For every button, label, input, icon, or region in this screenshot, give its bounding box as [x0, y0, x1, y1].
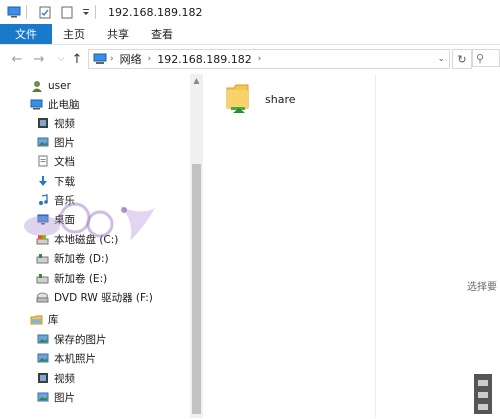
- picture-folder-icon: [36, 136, 49, 149]
- chevron-right-icon[interactable]: ›: [110, 54, 114, 64]
- sidebar-item-this-pc[interactable]: 此电脑: [30, 95, 80, 113]
- breadcrumb-host[interactable]: 192.168.189.182: [157, 53, 251, 66]
- user-icon: [30, 80, 43, 93]
- navigation-bar: ← → ⌵ ↑ › 网络 › 192.168.189.182 › ⌄ ↻ ⚲: [0, 46, 500, 72]
- sidebar-item-label: 新加卷 (E:): [54, 272, 108, 285]
- title-bar: 192.168.189.182: [0, 0, 500, 24]
- scroll-up-icon[interactable]: ▲: [190, 76, 203, 85]
- tab-home[interactable]: 主页: [52, 24, 96, 44]
- sidebar-item-libraries[interactable]: 库: [30, 310, 59, 328]
- item-label: share: [265, 93, 296, 106]
- sidebar-item-volume-e[interactable]: 新加卷 (E:): [36, 269, 107, 287]
- ribbon-tabs: 文件 主页 共享 查看: [0, 24, 500, 45]
- sidebar-item-user[interactable]: user: [30, 77, 71, 95]
- computer-icon[interactable]: [6, 4, 22, 20]
- sidebar-item-pictures-library[interactable]: 图片: [36, 388, 75, 406]
- window-title: 192.168.189.182: [108, 5, 203, 19]
- sidebar-item-label: 图片: [54, 391, 75, 404]
- camera-roll-icon: [36, 352, 49, 365]
- details-pane-divider: [375, 74, 376, 418]
- breadcrumb-network[interactable]: 网络: [120, 51, 142, 67]
- sidebar-item-videos-library[interactable]: 视频: [36, 369, 75, 387]
- sidebar-item-camera-roll[interactable]: 本机照片: [36, 349, 96, 367]
- up-button[interactable]: ↑: [68, 50, 86, 68]
- sidebar-item-label: 此电脑: [48, 98, 80, 111]
- sidebar-item-label: 桌面: [54, 213, 75, 226]
- sidebar-item-local-disk-c[interactable]: 本地磁盘 (C:): [36, 230, 118, 248]
- chevron-down-icon: ⌵: [57, 54, 65, 64]
- document-folder-icon: [36, 155, 49, 168]
- tab-file[interactable]: 文件: [0, 24, 52, 44]
- chevron-right-icon[interactable]: ›: [258, 54, 262, 64]
- divider: [95, 5, 96, 19]
- sidebar-item-dvd-drive-f[interactable]: DVD RW 驱动器 (F:): [36, 288, 153, 306]
- address-history-dropdown[interactable]: ⌄: [437, 54, 445, 64]
- corner-stamp-logo: [470, 372, 496, 416]
- customize-quick-access-icon[interactable]: [81, 4, 91, 20]
- sidebar-item-label: 音乐: [54, 194, 75, 207]
- refresh-button[interactable]: ↻: [452, 49, 472, 69]
- search-input[interactable]: ⚲: [472, 49, 500, 67]
- sidebar-item-label: 视频: [54, 372, 75, 385]
- tab-share[interactable]: 共享: [96, 24, 140, 44]
- divider: [26, 5, 27, 19]
- sidebar-item-pictures[interactable]: 图片: [36, 133, 75, 151]
- sidebar-item-label: DVD RW 驱动器 (F:): [54, 291, 153, 304]
- properties-icon[interactable]: [37, 4, 53, 20]
- drive-icon: [36, 252, 49, 265]
- music-folder-icon: [36, 194, 49, 207]
- sidebar-item-label: 图片: [54, 136, 75, 149]
- local-disk-icon: [36, 233, 49, 246]
- forward-button[interactable]: →: [30, 50, 48, 68]
- address-bar[interactable]: › 网络 › 192.168.189.182 › ⌄: [88, 49, 450, 69]
- sidebar-item-label: 新加卷 (D:): [54, 252, 109, 265]
- scrollbar-thumb[interactable]: [192, 164, 201, 414]
- sidebar-item-downloads[interactable]: 下载: [36, 172, 75, 190]
- network-icon: [92, 51, 108, 67]
- computer-icon: [30, 98, 43, 111]
- sidebar-item-label: user: [48, 80, 71, 92]
- arrow-up-icon: ↑: [71, 51, 83, 67]
- arrow-left-icon: ←: [11, 51, 23, 67]
- library-icon: [30, 313, 43, 326]
- sidebar-item-documents[interactable]: 文档: [36, 152, 75, 170]
- saved-pictures-icon: [36, 333, 49, 346]
- sidebar-item-volume-d[interactable]: 新加卷 (D:): [36, 249, 109, 267]
- details-pane-hint: 选择要: [467, 282, 497, 293]
- shared-folder-icon: [225, 82, 251, 117]
- sidebar-item-label: 本地磁盘 (C:): [54, 233, 119, 246]
- sidebar-item-label: 本机照片: [54, 352, 96, 365]
- navigation-pane: user 此电脑 视频 图片 文档 下载 音乐 桌面 本地磁盘 (C:) 新加卷…: [0, 74, 190, 418]
- sidebar-item-label: 保存的图片: [54, 333, 107, 346]
- sidebar-item-label: 下载: [54, 175, 75, 188]
- tab-view[interactable]: 查看: [140, 24, 184, 44]
- navigation-pane-scrollbar[interactable]: ▲: [190, 74, 203, 418]
- sidebar-item-saved-pictures[interactable]: 保存的图片: [36, 330, 107, 348]
- sidebar-item-desktop[interactable]: 桌面: [36, 210, 75, 228]
- video-folder-icon: [36, 372, 49, 385]
- search-icon: ⚲: [476, 51, 485, 65]
- sidebar-item-videos[interactable]: 视频: [36, 114, 75, 132]
- file-list[interactable]: [203, 74, 500, 418]
- new-folder-icon[interactable]: [59, 4, 75, 20]
- sidebar-item-music[interactable]: 音乐: [36, 191, 75, 209]
- download-folder-icon: [36, 175, 49, 188]
- back-button[interactable]: ←: [8, 50, 26, 68]
- arrow-right-icon: →: [33, 51, 45, 67]
- list-item[interactable]: share: [225, 82, 296, 117]
- desktop-folder-icon: [36, 213, 49, 226]
- drive-icon: [36, 272, 49, 285]
- picture-folder-icon: [36, 391, 49, 404]
- video-folder-icon: [36, 117, 49, 130]
- refresh-icon: ↻: [457, 52, 467, 66]
- sidebar-item-label: 库: [48, 313, 59, 326]
- sidebar-item-label: 视频: [54, 117, 75, 130]
- dvd-drive-icon: [36, 291, 49, 304]
- sidebar-item-label: 文档: [54, 155, 75, 168]
- chevron-right-icon[interactable]: ›: [148, 54, 152, 64]
